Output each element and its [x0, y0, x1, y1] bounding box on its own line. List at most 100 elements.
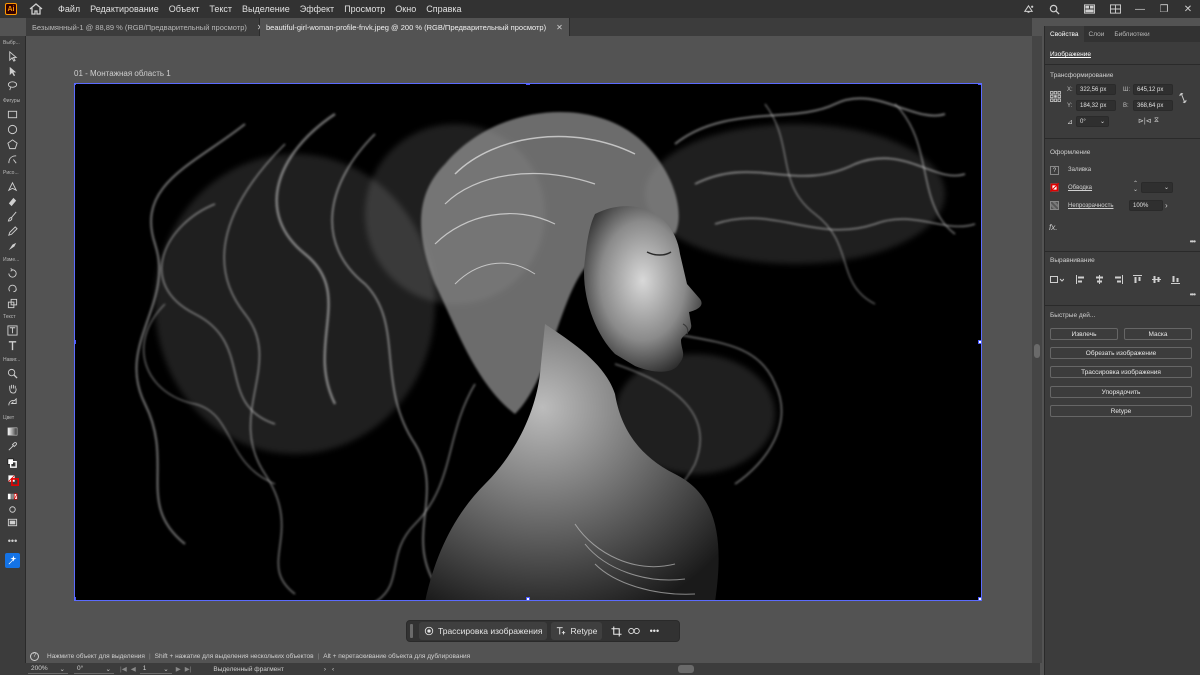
horizontal-scroll-thumb[interactable]: [678, 665, 694, 673]
polygon-tool-icon[interactable]: [6, 138, 19, 150]
fill-swatch[interactable]: ?: [1050, 166, 1059, 175]
fill-stroke-swatch-icon[interactable]: [6, 473, 20, 487]
resize-handle[interactable]: [978, 84, 981, 85]
maximize-button[interactable]: ❐: [1152, 0, 1176, 18]
screen-mode-icon[interactable]: [6, 516, 19, 528]
menu-type[interactable]: Текст: [204, 4, 237, 14]
zoom-tool-icon[interactable]: [6, 367, 19, 379]
direct-selection-tool-icon[interactable]: [6, 65, 19, 77]
stroke-label[interactable]: Обводка: [1068, 185, 1092, 191]
close-window-button[interactable]: ✕: [1176, 0, 1200, 18]
first-artboard-icon[interactable]: |◀: [120, 665, 127, 673]
align-right-icon[interactable]: [1114, 275, 1123, 284]
draw-mode-icon[interactable]: [6, 503, 19, 515]
more-tools-icon[interactable]: •••: [6, 535, 19, 547]
tab-untitled[interactable]: Безымянный-1 @ 88,89 % (RGB/Предваритель…: [26, 18, 264, 36]
drag-handle[interactable]: [410, 624, 413, 638]
placed-image[interactable]: [74, 83, 982, 601]
extract-button[interactable]: Извлечь: [1050, 328, 1118, 340]
discover-icon[interactable]: [1020, 2, 1036, 16]
menu-file[interactable]: Файл: [53, 4, 85, 14]
tab-libraries[interactable]: Библиотеки: [1109, 26, 1154, 42]
arrange-button[interactable]: Упорядочить: [1050, 386, 1192, 398]
mask-button[interactable]: Маска: [1124, 328, 1192, 340]
resize-handle[interactable]: [75, 84, 76, 85]
tab-properties[interactable]: Свойства: [1045, 26, 1084, 42]
vertical-scroll-thumb[interactable]: [1034, 344, 1040, 358]
menu-select[interactable]: Выделение: [237, 4, 295, 14]
arrange-documents-icon[interactable]: [1107, 2, 1123, 16]
eraser-tool-icon[interactable]: [6, 195, 19, 207]
chevron-right-icon[interactable]: ›: [1165, 201, 1168, 210]
opacity-label[interactable]: Непрозрачность: [1068, 203, 1113, 209]
canvas-area[interactable]: 01 - Монтажная область 1 Трассировка изо…: [26, 36, 1032, 664]
align-more-icon[interactable]: •••: [1190, 290, 1196, 299]
resize-handle[interactable]: [75, 597, 76, 600]
pen-tool-icon[interactable]: [6, 180, 19, 192]
color-mode-icon[interactable]: [6, 490, 19, 502]
crop-icon[interactable]: [610, 625, 622, 637]
menu-view[interactable]: Просмотр: [339, 4, 390, 14]
align-to-icon[interactable]: [1050, 275, 1065, 284]
opacity-field[interactable]: 100%: [1129, 200, 1163, 211]
reflect-tool-icon[interactable]: [6, 282, 19, 294]
resize-handle[interactable]: [978, 340, 981, 344]
minimize-button[interactable]: —: [1128, 0, 1152, 18]
appearance-more-icon[interactable]: •••: [1190, 237, 1196, 246]
hand-tool-icon[interactable]: [6, 382, 19, 394]
status-menu-icon[interactable]: ›: [324, 666, 326, 673]
lasso-tool-icon[interactable]: [6, 79, 19, 91]
menu-window[interactable]: Окно: [390, 4, 421, 14]
default-colors-icon[interactable]: [6, 457, 19, 469]
menu-effect[interactable]: Эффект: [295, 4, 339, 14]
last-artboard-icon[interactable]: ▶|: [185, 665, 192, 673]
blob-brush-tool-icon[interactable]: [6, 240, 19, 252]
align-bottom-icon[interactable]: [1171, 275, 1180, 284]
align-vertical-center-icon[interactable]: [1152, 275, 1161, 284]
flip-horizontal-icon[interactable]: ⊳|⊲: [1138, 117, 1152, 125]
image-trace-panel-button[interactable]: Трассировка изображения: [1050, 366, 1192, 378]
home-icon[interactable]: [29, 3, 43, 15]
artboard-number-select[interactable]: 1 ⌄: [139, 664, 172, 674]
resize-handle[interactable]: [526, 84, 530, 85]
stroke-weight-stepper-icon[interactable]: ⌃ ⌄: [1133, 181, 1138, 193]
rotate-tool-icon[interactable]: [6, 267, 19, 279]
selection-tool-icon[interactable]: [6, 50, 19, 62]
previous-artboard-icon[interactable]: ◀: [131, 665, 136, 673]
angle-field[interactable]: 0° ⌄: [1076, 116, 1109, 127]
retype-button[interactable]: Retype: [551, 622, 603, 640]
zoom-select[interactable]: 200% ⌄: [28, 664, 68, 674]
close-icon[interactable]: ✕: [556, 23, 563, 32]
tab-layers[interactable]: Слои: [1084, 26, 1110, 42]
rotate-view-tool-icon[interactable]: [6, 397, 19, 409]
resize-handle[interactable]: [978, 597, 981, 600]
retype-panel-button[interactable]: Retype: [1050, 405, 1192, 417]
eyedropper-tool-icon[interactable]: [6, 440, 19, 452]
brush-tool-icon[interactable]: [6, 210, 19, 222]
align-left-icon[interactable]: [1076, 275, 1085, 284]
tab-image-document[interactable]: beautiful-girl-woman-profile-fnvk.jpeg @…: [260, 18, 570, 36]
align-top-icon[interactable]: [1133, 275, 1142, 284]
gradient-tool-icon[interactable]: [6, 425, 19, 437]
menu-help[interactable]: Справка: [421, 4, 466, 14]
reference-point-icon[interactable]: [1050, 91, 1061, 102]
more-options-icon[interactable]: •••: [648, 625, 660, 637]
constrain-proportions-icon[interactable]: [1179, 92, 1187, 104]
crop-image-button[interactable]: Обрезать изображение: [1050, 347, 1192, 359]
x-field[interactable]: 322,56 px: [1076, 84, 1116, 95]
menu-object[interactable]: Объект: [164, 4, 205, 14]
magic-assist-icon[interactable]: [5, 553, 20, 568]
search-icon[interactable]: [1046, 2, 1062, 16]
rectangle-tool-icon[interactable]: [6, 108, 19, 120]
resize-handle[interactable]: [526, 597, 530, 600]
width-field[interactable]: 645,12 px: [1133, 84, 1173, 95]
type-tool-icon[interactable]: [6, 339, 19, 351]
workspace-icon[interactable]: [1081, 2, 1097, 16]
type-on-path-tool-icon[interactable]: [6, 324, 19, 336]
menu-edit[interactable]: Редактирование: [85, 4, 164, 14]
height-field[interactable]: 368,64 px: [1133, 100, 1173, 111]
resize-handle[interactable]: [75, 340, 76, 344]
next-artboard-icon[interactable]: ▶: [176, 665, 181, 673]
stroke-weight-field[interactable]: ⌄: [1141, 182, 1173, 193]
link-icon[interactable]: [628, 625, 641, 637]
